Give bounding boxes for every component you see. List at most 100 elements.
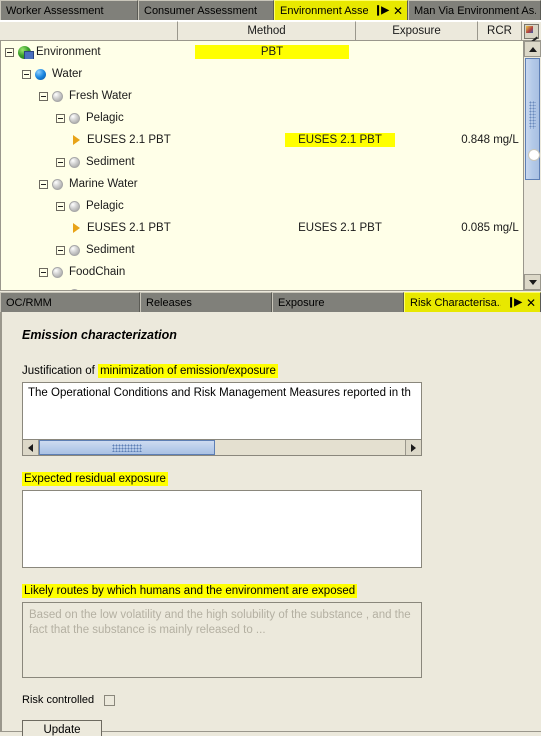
column-picker-wand-icon bbox=[524, 23, 539, 39]
likely-routes-textarea[interactable]: Based on the low volatility and the high… bbox=[22, 602, 422, 678]
scroll-right-button[interactable] bbox=[405, 440, 421, 455]
tree-row-name-cell: Sediment bbox=[56, 244, 234, 256]
scrollbar-grip-icon bbox=[112, 444, 142, 452]
tree-row-water[interactable]: Water bbox=[1, 63, 523, 85]
lower-tab-bar: OC/RMM Releases Exposure Risk Characteri… bbox=[0, 292, 541, 312]
scroll-tabs-icon[interactable]: ❙▶ bbox=[507, 297, 522, 308]
grey-dot-icon bbox=[69, 244, 80, 256]
tree-row-name-cell: Water bbox=[22, 68, 200, 80]
tab-oc-rmm[interactable]: OC/RMM bbox=[0, 292, 140, 312]
tab-risk-characterisation[interactable]: Risk Characterisa... ❙▶ ✕ bbox=[404, 292, 541, 312]
field-label-justification: Justification of minimization of emissio… bbox=[22, 364, 278, 378]
scroll-down-button[interactable] bbox=[524, 274, 541, 290]
tree-row-exposure-cell: 0.848 mg/L bbox=[461, 134, 519, 146]
expander-collapse-icon[interactable] bbox=[56, 245, 65, 255]
expander-collapse-icon[interactable] bbox=[22, 69, 31, 79]
tab-label: Releases bbox=[146, 296, 192, 309]
risk-controlled-checkbox[interactable] bbox=[104, 694, 116, 706]
tree-row-pelagic-fresh[interactable]: Pelagic bbox=[1, 107, 523, 129]
expander-collapse-icon[interactable] bbox=[56, 201, 65, 211]
label-text-highlight: minimization of emission/exposure bbox=[98, 364, 278, 378]
section-title: Emission characterization bbox=[22, 328, 177, 342]
scroll-left-button[interactable] bbox=[23, 440, 39, 455]
scrollbar-knob-icon[interactable] bbox=[528, 149, 540, 161]
risk-characterisation-panel: OC/RMM Releases Exposure Risk Characteri… bbox=[0, 292, 541, 736]
method-value: EUSES 2.1 PBT bbox=[285, 133, 395, 147]
tree-row-label: Environment bbox=[36, 46, 101, 58]
tree-row-marine-water[interactable]: Marine Water bbox=[1, 173, 523, 195]
expander-collapse-icon[interactable] bbox=[56, 157, 65, 167]
tree-column-headers: Method Exposure RCR bbox=[0, 20, 541, 41]
column-header-exposure[interactable]: Exposure bbox=[356, 21, 478, 41]
field-label-expected-residual-exposure: Expected residual exposure bbox=[22, 472, 168, 486]
tab-consumer-assessment[interactable]: Consumer Assessment bbox=[138, 0, 274, 20]
environment-assessment-panel: Worker Assessment Consumer Assessment En… bbox=[0, 0, 541, 292]
expander-collapse-icon[interactable] bbox=[39, 91, 48, 101]
upper-tab-bar: Worker Assessment Consumer Assessment En… bbox=[0, 0, 541, 20]
tree-row-pelagic-marine[interactable]: Pelagic bbox=[1, 195, 523, 217]
tree-row-label: Water bbox=[52, 68, 83, 80]
arrow-down-icon bbox=[528, 279, 537, 285]
scroll-track[interactable] bbox=[39, 440, 405, 455]
column-header-method[interactable]: Method bbox=[178, 21, 356, 41]
field-likely-routes: Likely routes by which humans and the en… bbox=[22, 584, 541, 678]
expander-collapse-icon[interactable] bbox=[5, 47, 14, 57]
tree-row-label: FoodChain bbox=[69, 266, 126, 278]
grey-dot-icon bbox=[52, 178, 63, 190]
update-button[interactable]: Update bbox=[22, 720, 102, 736]
globe-icon bbox=[18, 45, 34, 59]
scrollbar-thumb[interactable] bbox=[525, 58, 540, 180]
scroll-tabs-icon[interactable]: ❙▶ bbox=[374, 5, 389, 16]
grey-dot-icon bbox=[69, 112, 80, 124]
tree-vertical-scrollbar[interactable] bbox=[523, 41, 541, 290]
tab-label: Exposure bbox=[278, 296, 325, 309]
tree-row-sediment-marine[interactable]: Sediment bbox=[1, 239, 523, 261]
tab-label: Risk Characterisa... bbox=[410, 296, 501, 309]
tab-man-via-environment-assessment[interactable]: Man Via Environment As... bbox=[408, 0, 541, 20]
column-header-name[interactable] bbox=[0, 21, 178, 41]
tree-row-sediment-fresh[interactable]: Sediment bbox=[1, 151, 523, 173]
tab-label: Worker Assessment bbox=[6, 4, 104, 17]
tree-row-environment[interactable]: Environment PBT bbox=[1, 41, 523, 63]
tree-row-foodchain[interactable]: FoodChain bbox=[1, 261, 523, 283]
tree-row-fresh-water[interactable]: Fresh Water bbox=[1, 85, 523, 107]
arrow-left-icon bbox=[28, 443, 33, 452]
expander-collapse-icon[interactable] bbox=[39, 267, 48, 277]
justification-horizontal-scrollbar[interactable] bbox=[23, 439, 421, 455]
scrollbar-thumb[interactable] bbox=[39, 440, 215, 455]
tree-row-name-cell: Pelagic bbox=[56, 112, 234, 124]
tree-row-name-cell: EUSES 2.1 PBT bbox=[73, 222, 251, 234]
close-icon[interactable]: ✕ bbox=[393, 5, 403, 17]
tree-row-partial-clipped[interactable] bbox=[1, 283, 523, 290]
tab-worker-assessment[interactable]: Worker Assessment bbox=[0, 0, 138, 20]
expected-residual-exposure-textarea[interactable] bbox=[22, 490, 422, 568]
tab-label: Environment Asse... bbox=[280, 4, 368, 17]
orange-triangle-icon[interactable] bbox=[73, 223, 80, 233]
risk-controlled-label: Risk controlled bbox=[22, 694, 95, 706]
justification-textarea[interactable]: The Operational Conditions and Risk Mana… bbox=[22, 382, 422, 456]
tree-row-euses-fresh[interactable]: EUSES 2.1 PBT EUSES 2.1 PBT 0.848 mg/L bbox=[1, 129, 523, 151]
tree-row-euses-marine[interactable]: EUSES 2.1 PBT EUSES 2.1 PBT 0.085 mg/L bbox=[1, 217, 523, 239]
tree-row-name-cell: Marine Water bbox=[39, 178, 217, 190]
tree-row-exposure-cell: 0.085 mg/L bbox=[461, 222, 519, 234]
expander-collapse-icon[interactable] bbox=[56, 289, 65, 290]
column-picker-button[interactable] bbox=[522, 21, 541, 41]
tab-exposure[interactable]: Exposure bbox=[272, 292, 404, 312]
tab-releases[interactable]: Releases bbox=[140, 292, 272, 312]
arrow-right-icon bbox=[411, 443, 416, 452]
tab-environment-assessment[interactable]: Environment Asse... ❙▶ ✕ bbox=[274, 0, 408, 20]
expander-collapse-icon[interactable] bbox=[39, 179, 48, 189]
close-icon[interactable]: ✕ bbox=[526, 297, 536, 309]
tree-rows-container: Environment PBT Water Fresh Water Pelagi… bbox=[1, 41, 523, 290]
column-header-rcr[interactable]: RCR bbox=[478, 21, 522, 41]
expander-collapse-icon[interactable] bbox=[56, 113, 65, 123]
risk-controlled-row: Risk controlled bbox=[22, 694, 541, 706]
grey-dot-icon bbox=[52, 266, 63, 278]
method-value: PBT bbox=[195, 45, 349, 59]
tree-row-name-cell: Pelagic bbox=[56, 200, 234, 212]
scroll-up-button[interactable] bbox=[524, 41, 541, 57]
grey-dot-icon bbox=[69, 156, 80, 168]
field-label-likely-routes: Likely routes by which humans and the en… bbox=[22, 584, 358, 598]
tab-label: OC/RMM bbox=[6, 296, 52, 309]
orange-triangle-icon[interactable] bbox=[73, 135, 80, 145]
